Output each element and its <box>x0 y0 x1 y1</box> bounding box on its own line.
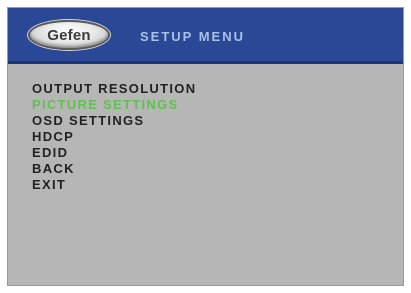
menu-item-picture-settings[interactable]: PICTURE SETTINGS <box>32 97 196 113</box>
menu-title: SETUP MENU <box>140 29 245 44</box>
menu-item-hdcp[interactable]: HDCP <box>32 129 196 145</box>
header-bar: Gefen SETUP MENU <box>8 8 403 64</box>
menu-item-osd-settings[interactable]: OSD SETTINGS <box>32 113 196 129</box>
osd-screen: Gefen SETUP MENU OUTPUT RESOLUTION PICTU… <box>7 7 404 286</box>
setup-menu-list: OUTPUT RESOLUTION PICTURE SETTINGS OSD S… <box>32 81 196 193</box>
menu-item-back[interactable]: BACK <box>32 161 196 177</box>
menu-item-edid[interactable]: EDID <box>32 145 196 161</box>
gefen-logo: Gefen <box>28 20 110 50</box>
menu-item-exit[interactable]: EXIT <box>32 177 196 193</box>
logo-text: Gefen <box>47 26 91 44</box>
menu-item-output-resolution[interactable]: OUTPUT RESOLUTION <box>32 81 196 97</box>
